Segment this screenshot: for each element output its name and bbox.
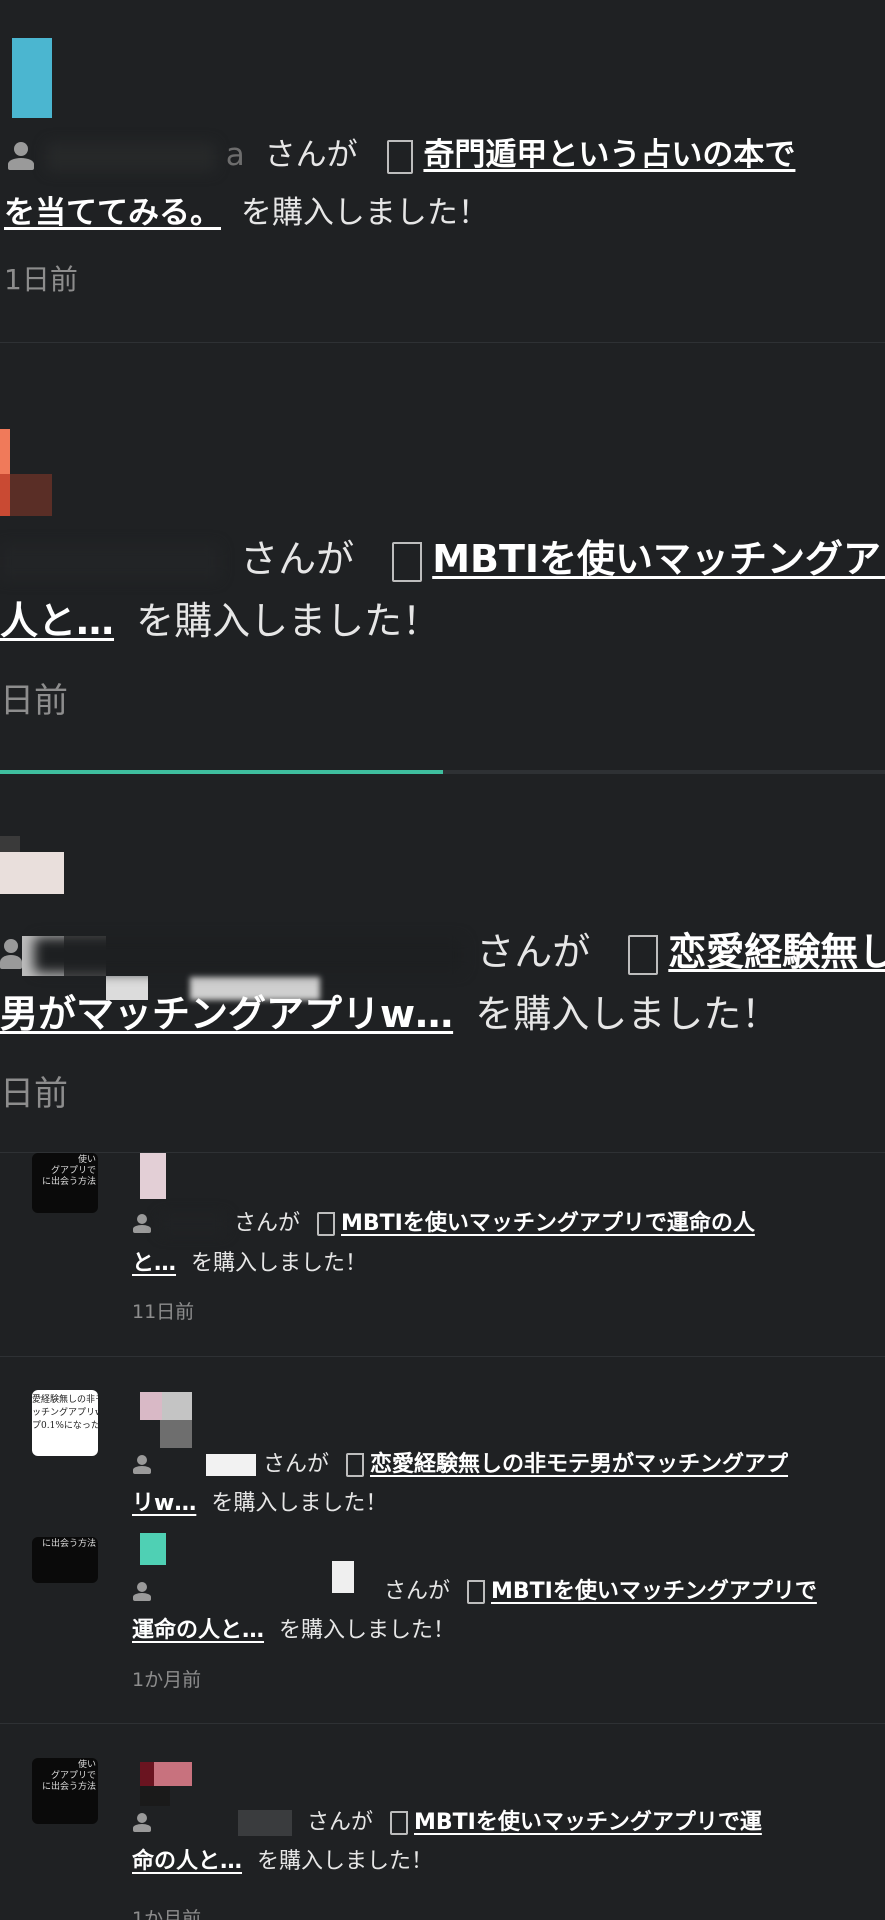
document-icon <box>628 934 659 975</box>
avatar <box>0 852 64 894</box>
user-icon <box>132 1581 152 1603</box>
user-icon <box>132 1812 152 1834</box>
timestamp: 1日前 <box>4 263 78 296</box>
timestamp: 11日前 <box>132 1301 195 1323</box>
redacted-username <box>159 1454 199 1476</box>
suffix-text: さんが <box>240 537 355 581</box>
user-icon <box>132 1454 152 1476</box>
user-icon <box>0 937 22 973</box>
user-icon <box>6 140 36 174</box>
timestamp: 1か月前 <box>132 1908 202 1920</box>
avatar <box>140 1533 166 1565</box>
article-link-cont[interactable]: 男がマッチングアプリw… <box>0 992 453 1036</box>
article-link-cont[interactable]: 運命の人と… <box>132 1618 264 1643</box>
notification-item-4[interactable]: 使い グアプリで に出会う方法 さんが MBTIを使いマッチングアプリで運命の人… <box>0 1153 885 1356</box>
article-link[interactable]: MBTIを使いマッチングアプリで運命の人 <box>341 1211 755 1236</box>
article-thumbnail[interactable]: 愛経験無しの非モテ ッチングアプリwit プ0.1%になった <box>32 1390 98 1456</box>
article-link[interactable]: MBTIを使いマッチングアプリで運 <box>414 1810 762 1835</box>
redacted-username <box>159 1812 231 1834</box>
suffix-text: さんが <box>307 1810 374 1835</box>
notification-item-1[interactable]: a さんが 奇門遁甲という占いの本で を当ててみる。 を購入しました！ 1日前 <box>0 0 885 340</box>
suffix-text: さんが <box>234 1211 301 1236</box>
article-link-cont[interactable]: リw… <box>132 1491 196 1516</box>
redacted-username-gray <box>238 1810 292 1836</box>
redacted-username-white <box>206 1454 256 1476</box>
suffix-text: さんが <box>384 1579 451 1604</box>
purchase-text: を購入しました！ <box>257 1849 434 1874</box>
article-link[interactable]: MBTIを使いマッチングアプリで <box>491 1579 817 1604</box>
timestamp: 日前 <box>0 681 68 721</box>
scroll-progress-fill <box>0 770 443 774</box>
purchase-text: を購入しました！ <box>136 599 441 643</box>
redacted-username <box>159 1581 377 1603</box>
purchase-text: を購入しました！ <box>191 1251 368 1276</box>
username-fragment: a <box>225 137 245 173</box>
article-link[interactable]: 恋愛経験無し <box>668 930 885 974</box>
article-link-cont[interactable]: 人と… <box>0 599 114 643</box>
article-link[interactable]: 恋愛経験無しの非モテ男がマッチングアプ <box>370 1452 788 1477</box>
redacted-username <box>34 936 465 973</box>
article-link[interactable]: MBTIを使いマッチングアプ <box>432 537 885 581</box>
notification-item-6[interactable]: に出会う方法 さんが MBTIを使いマッチングアプリで 運命の人と… を購入しま… <box>0 1533 885 1723</box>
purchase-text: を購入しました！ <box>240 195 489 231</box>
purchase-text: を購入しました！ <box>211 1491 388 1516</box>
article-thumbnail[interactable]: 使い グアプリで に出会う方法 <box>32 1153 98 1213</box>
redacted-username <box>45 141 216 172</box>
suffix-text: さんが <box>263 1452 330 1477</box>
user-icon <box>132 1213 152 1235</box>
notification-item-3[interactable]: さんが 恋愛経験無し 男がマッチングアプリw… を購入しました！ 日前 <box>0 780 885 1150</box>
article-link-cont[interactable]: 命の人と… <box>132 1849 242 1874</box>
article-link-cont[interactable]: を当ててみる。 <box>4 195 221 231</box>
notification-item-5[interactable]: 愛経験無しの非モテ ッチングアプリwit プ0.1%になった さんが 恋愛経験無… <box>0 1390 885 1525</box>
suffix-text: さんが <box>264 137 358 173</box>
avatar <box>140 1153 166 1199</box>
timestamp: 日前 <box>0 1074 68 1114</box>
timestamp: 1か月前 <box>132 1669 202 1691</box>
notification-item-2[interactable]: さんが MBTIを使いマッチングアプ 人と… を購入しました！ 日前 <box>0 385 885 760</box>
purchase-text: を購入しました！ <box>279 1618 456 1643</box>
document-icon <box>467 1580 486 1604</box>
redacted-username <box>159 1213 227 1235</box>
article-link[interactable]: 奇門遁甲という占いの本で <box>423 137 795 173</box>
avatar <box>12 38 52 118</box>
scroll-progress-bar <box>0 770 885 774</box>
article-link-cont[interactable]: と… <box>132 1251 176 1276</box>
suffix-text: さんが <box>476 930 591 974</box>
document-icon <box>392 541 423 582</box>
article-thumbnail[interactable]: 使い グアプリで に出会う方法 <box>32 1758 98 1824</box>
document-icon <box>346 1453 365 1477</box>
redacted-username <box>0 543 220 580</box>
avatar <box>0 429 10 474</box>
document-icon <box>390 1811 409 1835</box>
avatar <box>140 1762 154 1786</box>
notification-item-7[interactable]: 使い グアプリで に出会う方法 さんが MBTIを使いマッチングアプリで運 命の… <box>0 1758 885 1920</box>
document-icon <box>317 1212 336 1236</box>
purchase-text: を購入しました！ <box>475 992 780 1036</box>
avatar <box>140 1392 162 1420</box>
article-thumbnail[interactable]: に出会う方法 <box>32 1537 98 1583</box>
document-icon <box>387 139 414 174</box>
